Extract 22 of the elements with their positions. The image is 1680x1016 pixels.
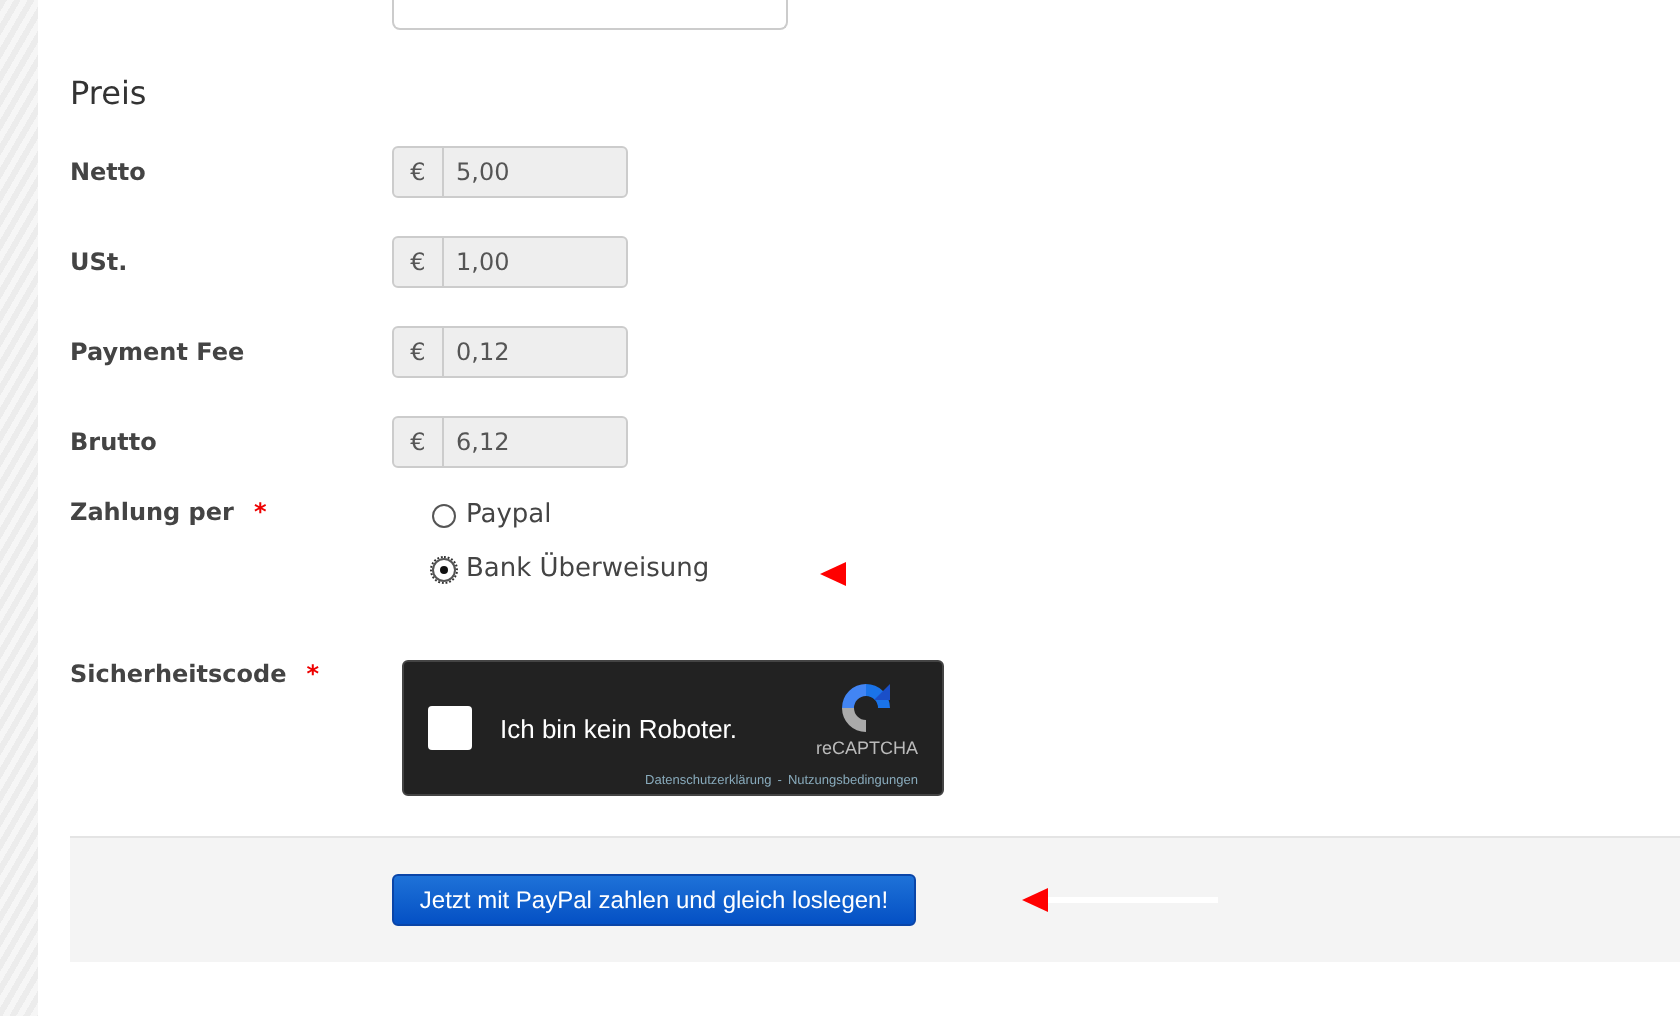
captcha-checkbox[interactable]	[428, 706, 472, 750]
field-label: USt.	[70, 247, 130, 275]
price-field[interactable]: € 1,00	[392, 235, 628, 287]
field-label: Brutto	[70, 427, 159, 455]
radio-label[interactable]: Paypal	[466, 500, 552, 530]
price-field[interactable]: € 0,12	[392, 325, 628, 377]
captcha-brand: reCAPTCHA	[815, 738, 918, 758]
captcha-text: Ich bin kein Roboter.	[500, 713, 738, 743]
price-field[interactable]: € 5,00	[392, 145, 628, 197]
required-mark: *	[306, 660, 320, 688]
section-title: Preis	[70, 74, 149, 112]
arrow-icon	[819, 561, 846, 585]
required-mark: *	[253, 498, 267, 526]
radio-button[interactable]	[432, 557, 456, 581]
price-field[interactable]: € 6,12	[392, 415, 628, 467]
field-label: Zahlung per	[70, 498, 234, 526]
radio-label[interactable]: Bank Überweisung	[466, 554, 710, 584]
field-label: Sicherheitscode	[70, 660, 287, 688]
field-label: Netto	[70, 157, 148, 185]
field-label: Payment Fee	[70, 337, 247, 365]
pay-button[interactable]: Jetzt mit PayPal zahlen und gleich loslegen!	[392, 874, 916, 926]
radio-button[interactable]	[432, 503, 456, 527]
